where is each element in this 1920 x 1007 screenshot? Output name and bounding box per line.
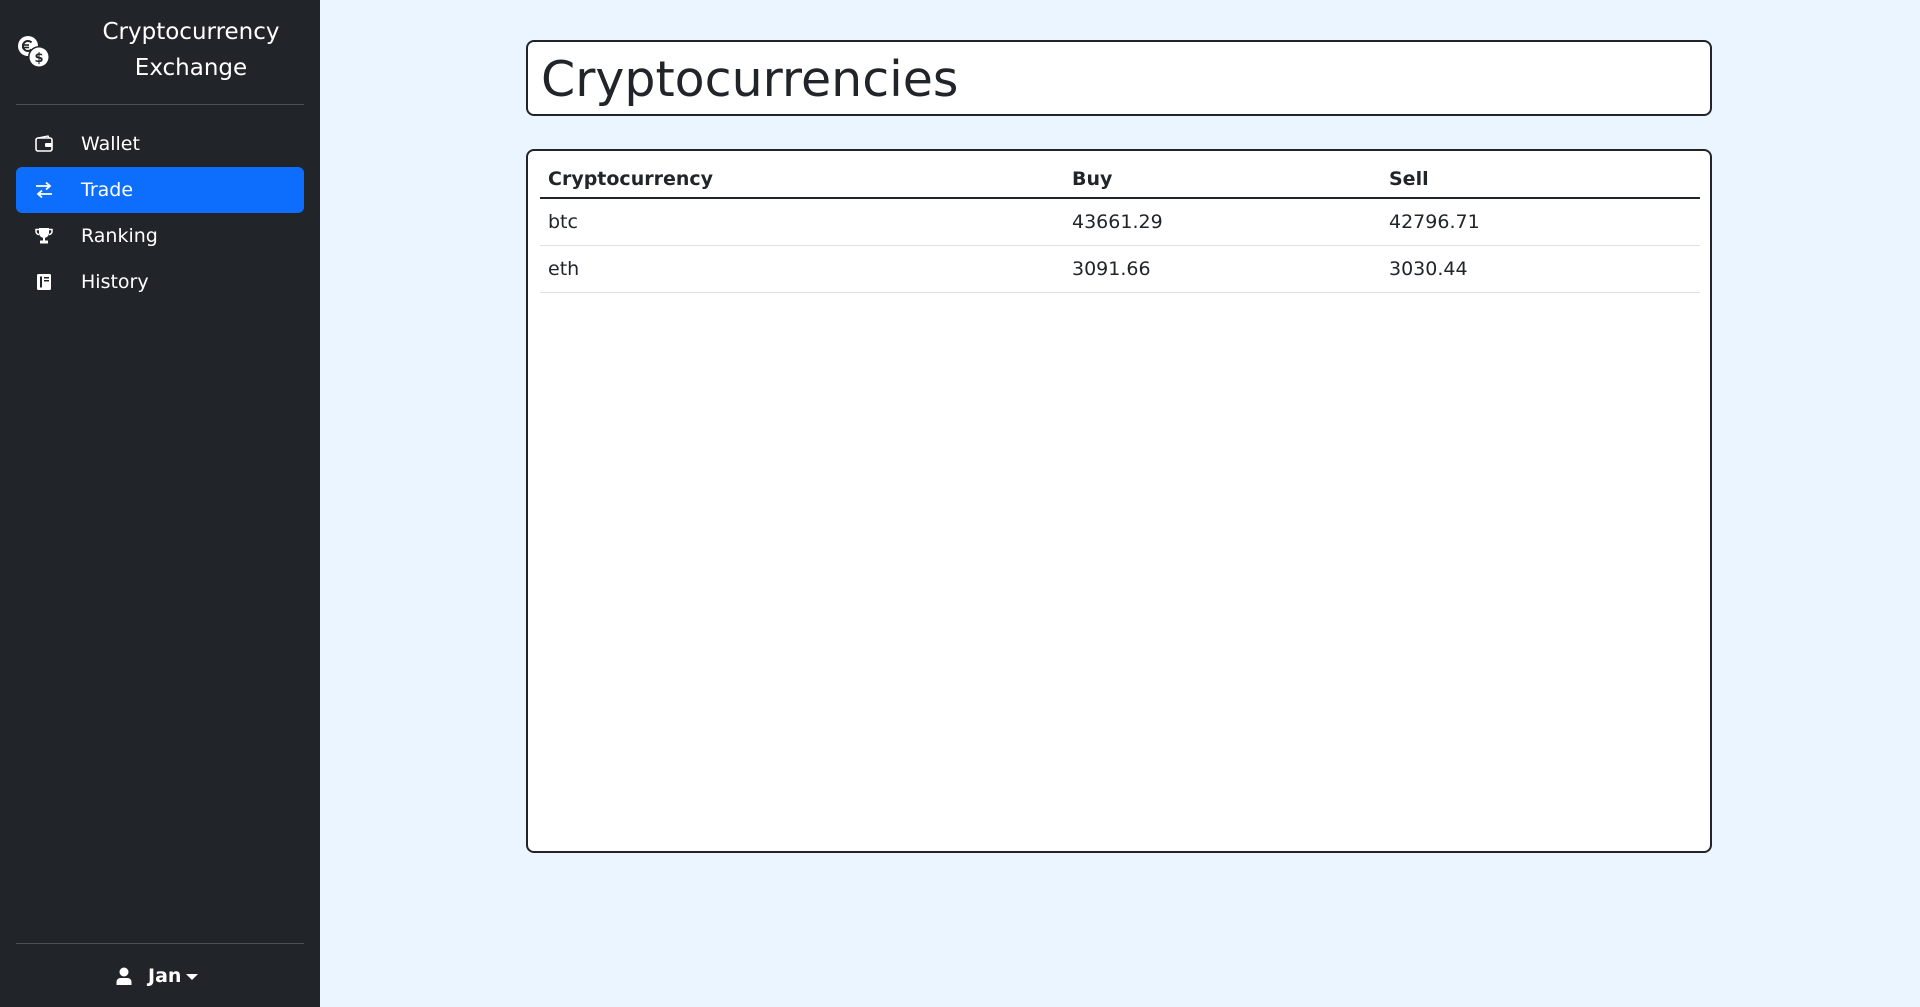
crypto-table: Cryptocurrency Buy Sell btc 43661.29 427… [540, 161, 1700, 293]
buy-price-cell: 43661.29 [1064, 198, 1381, 246]
user-icon [116, 967, 132, 985]
app-title: Cryptocurrency Exchange [102, 19, 280, 81]
buy-price-cell: 3091.66 [1064, 245, 1381, 293]
app-root: $ Cryptocurrency Exchange Wallet Trade R… [0, 0, 1920, 1007]
book-icon [37, 274, 51, 290]
sidebar-item-label: Trade [81, 179, 134, 201]
coins-icon: $ [18, 36, 50, 68]
page-title: Cryptocurrencies [541, 51, 959, 108]
arrows-exchange-icon [36, 181, 52, 199]
table-card: Cryptocurrency Buy Sell btc 43661.29 427… [526, 149, 1712, 853]
crypto-name-cell: btc [540, 198, 1064, 246]
sidebar-item-label: History [81, 271, 149, 293]
column-header-sell: Sell [1381, 161, 1700, 199]
user-menu-dropdown[interactable]: Jan [116, 962, 199, 990]
sidebar-item-label: Ranking [81, 225, 158, 247]
table-row[interactable]: btc 43661.29 42796.71 [540, 198, 1700, 246]
title-card: Cryptocurrencies [526, 40, 1712, 116]
sell-price-cell: 42796.71 [1381, 198, 1700, 246]
crypto-name-cell: eth [540, 245, 1064, 293]
sidebar-footer-divider [16, 943, 304, 944]
svg-text:$: $ [34, 51, 43, 66]
sidebar-item-wallet[interactable]: Wallet [16, 121, 304, 167]
brand[interactable]: $ Cryptocurrency Exchange [16, 14, 304, 90]
sidebar-item-ranking[interactable]: Ranking [16, 213, 304, 259]
table-header-row: Cryptocurrency Buy Sell [540, 161, 1700, 199]
sidebar: $ Cryptocurrency Exchange Wallet Trade R… [0, 0, 320, 1007]
sidebar-item-label: Wallet [81, 133, 140, 155]
table-row[interactable]: eth 3091.66 3030.44 [540, 245, 1700, 293]
sidebar-item-trade[interactable]: Trade [16, 167, 304, 213]
chevron-down-icon [186, 974, 199, 980]
sidebar-divider [16, 104, 304, 105]
trophy-icon [35, 228, 53, 244]
wallet-icon [35, 135, 53, 152]
column-header-buy: Buy [1064, 161, 1381, 199]
user-name: Jan [148, 965, 182, 987]
sell-price-cell: 3030.44 [1381, 245, 1700, 293]
sidebar-nav: Wallet Trade Ranking History [16, 121, 304, 305]
sidebar-item-history[interactable]: History [16, 259, 304, 305]
column-header-cryptocurrency: Cryptocurrency [540, 161, 1064, 199]
